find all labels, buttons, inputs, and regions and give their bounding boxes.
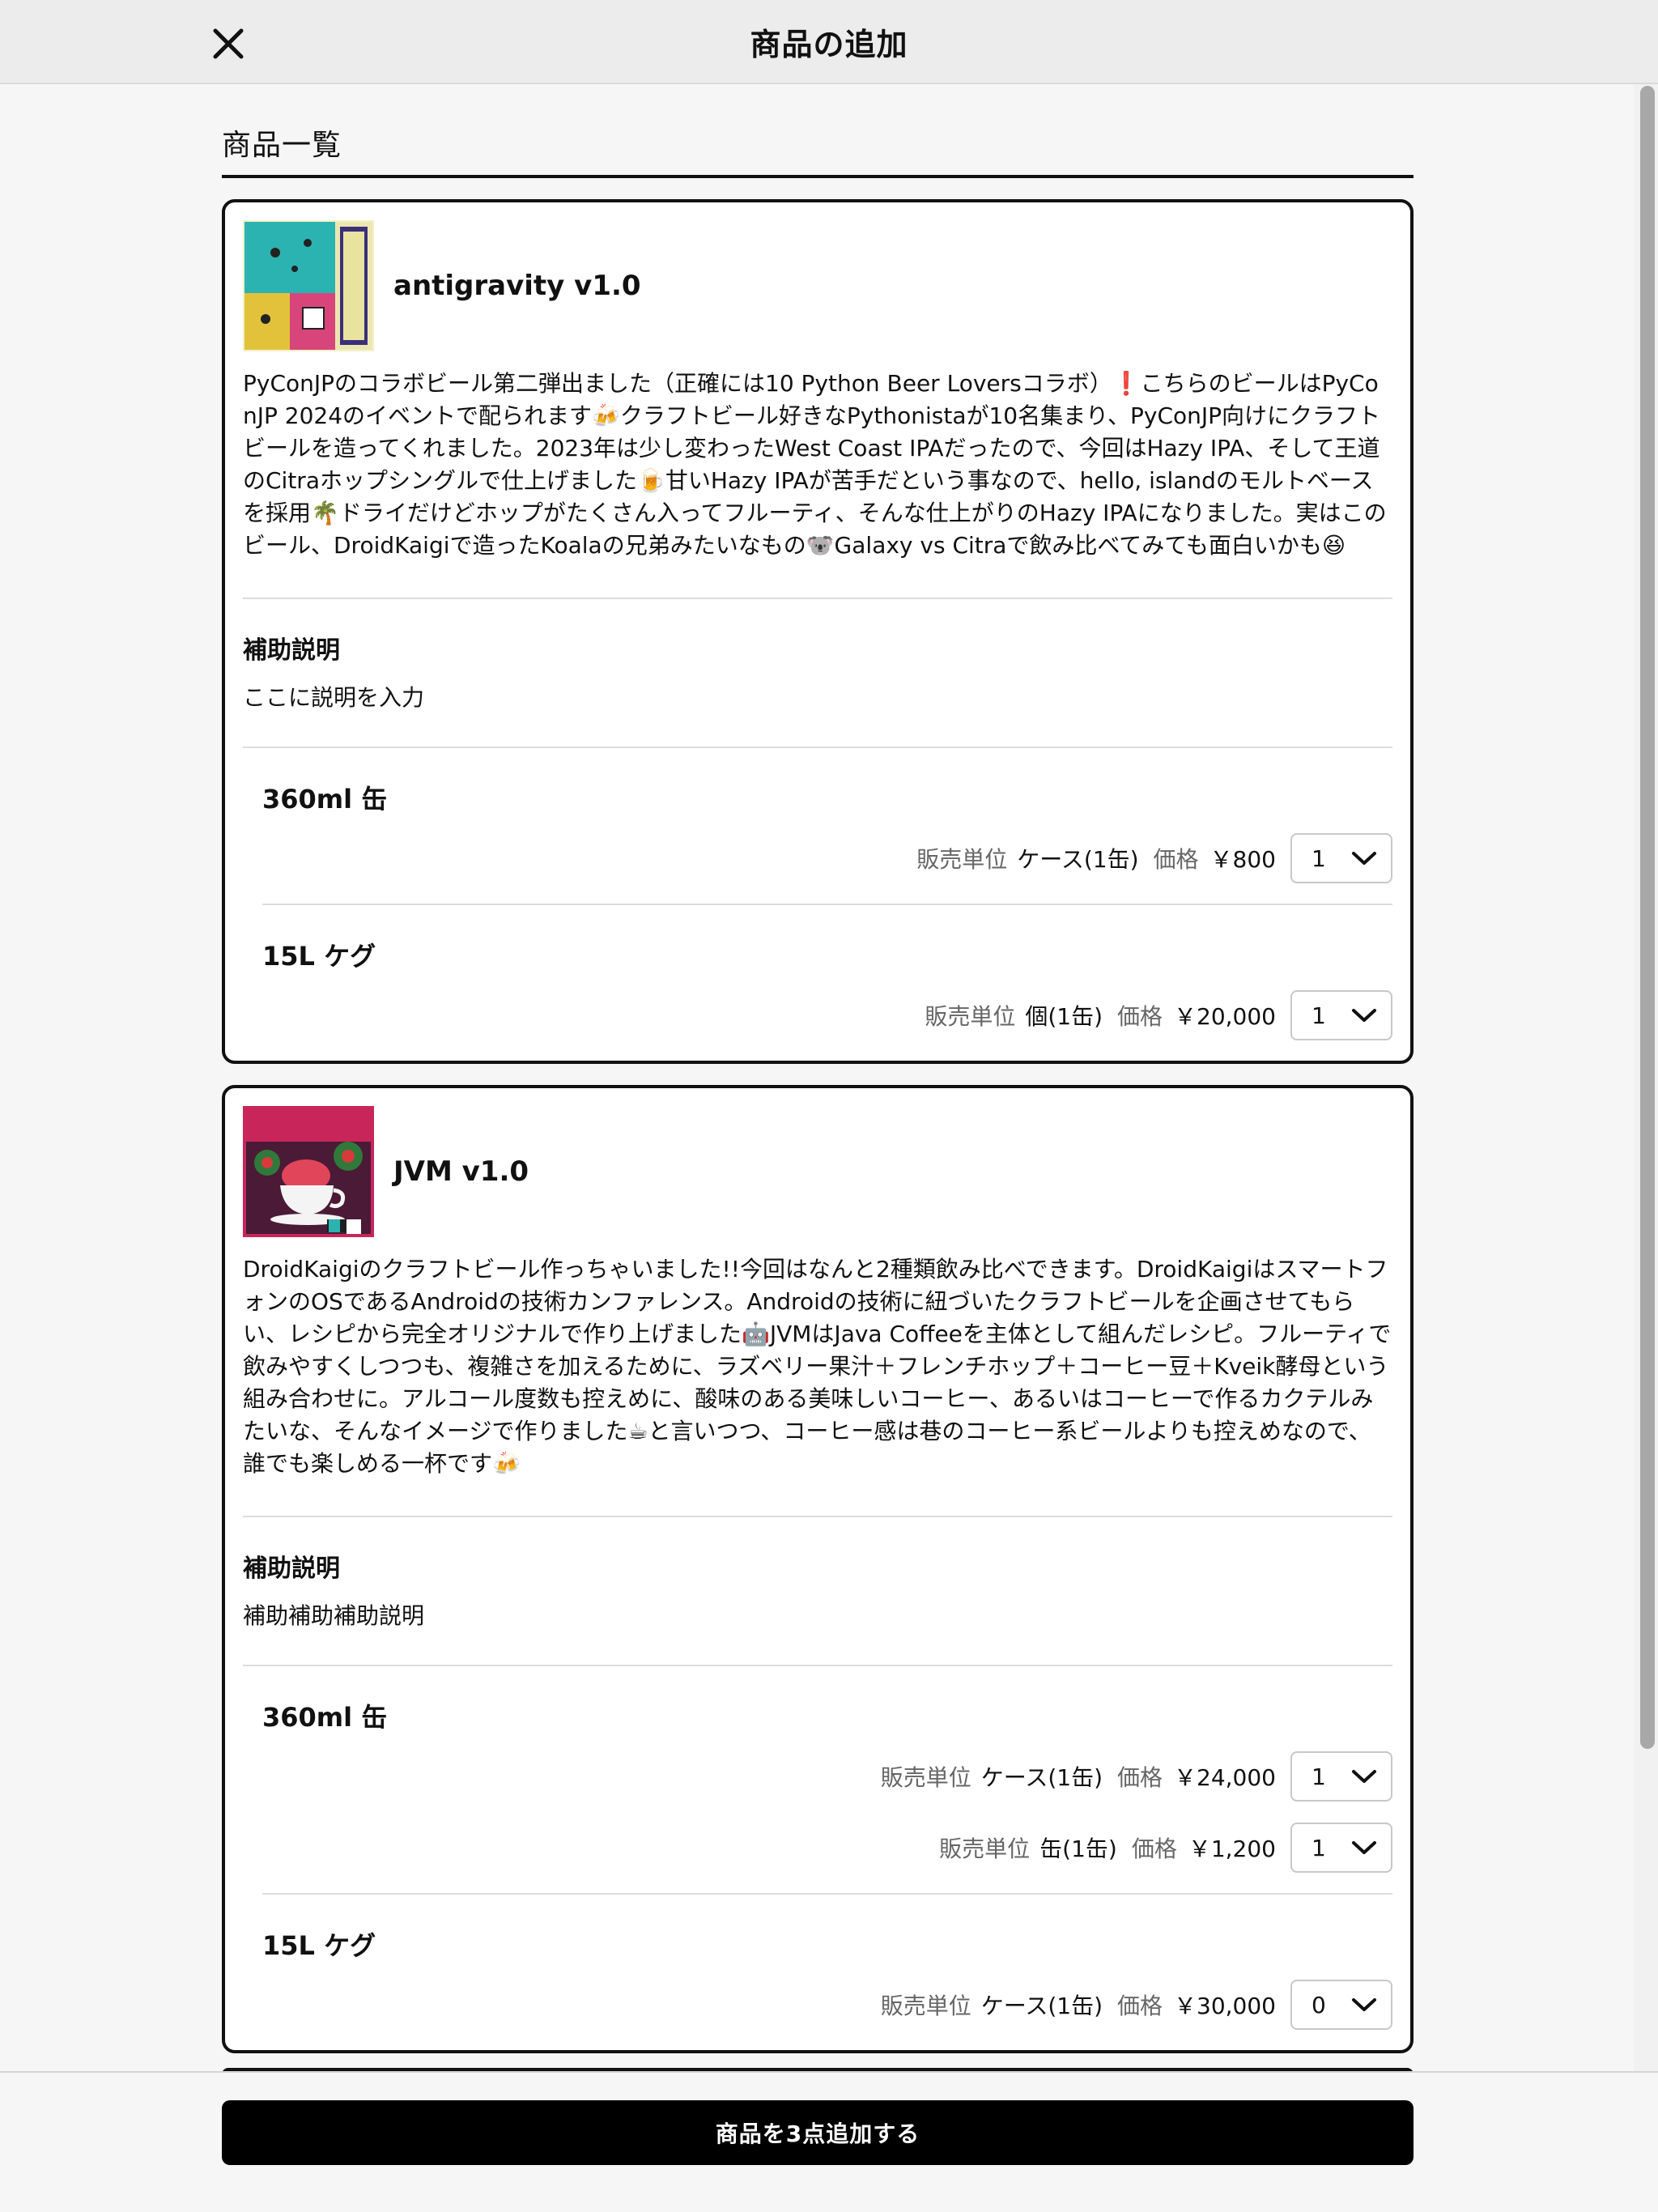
unit-label: 販売単位 — [880, 1764, 971, 1791]
quantity-select[interactable]: 1 — [1290, 1823, 1392, 1873]
unit-label: 販売単位 — [925, 1003, 1016, 1030]
price-row: 販売単位 個(1缶) 価格 ￥20,000 1 — [262, 989, 1392, 1041]
product-description: PyConJPのコラボビール第二弾出ました（正確には10 Python Beer… — [243, 368, 1392, 599]
price-row: 販売単位 ケース(1缶) 価格 ￥24,000 1 — [262, 1750, 1392, 1802]
quantity-select[interactable]: 1 — [1290, 1751, 1392, 1802]
chevron-down-icon — [1352, 1009, 1376, 1022]
price-label: 価格 — [1117, 1003, 1163, 1030]
scrollbar-thumb[interactable] — [1640, 86, 1655, 1749]
variant-360ml-can: 360ml 缶 販売単位 ケース(1缶) 価格 ￥800 1 — [262, 748, 1392, 904]
price-label: 価格 — [1117, 1764, 1163, 1791]
footer-bar: 商品を3点追加する — [0, 2071, 1658, 2212]
unit-value: ケース(1缶) — [980, 1764, 1103, 1791]
unit-label: 販売単位 — [880, 1993, 971, 2019]
variant-name: 360ml 缶 — [262, 1702, 388, 1733]
quantity-select[interactable]: 1 — [1290, 833, 1392, 883]
product-header: JVM v1.0 — [243, 1106, 1392, 1237]
price-label: 価格 — [1131, 1836, 1177, 1862]
unit-label: 販売単位 — [939, 1836, 1031, 1862]
chevron-down-icon — [1352, 1998, 1376, 2011]
aux-text: 補助補助補助説明 — [243, 1602, 425, 1629]
product-header: antigravity v1.0 — [243, 220, 1392, 351]
quantity-value: 1 — [1312, 1763, 1326, 1790]
header-bar: 商品の追加 — [0, 0, 1658, 84]
variant-name: 15L ケグ — [262, 941, 376, 972]
chevron-down-icon — [1352, 1770, 1376, 1783]
price-row: 販売単位 缶(1缶) 価格 ￥1,200 1 — [262, 1822, 1392, 1874]
product-name: JVM v1.0 — [393, 1155, 529, 1188]
aux-label: 補助説明 — [243, 1555, 340, 1583]
product-image — [243, 1106, 374, 1237]
variant-15l-keg: 15L ケグ 販売単位 個(1缶) 価格 ￥20,000 1 — [262, 904, 1392, 1061]
quantity-value: 1 — [1312, 1834, 1326, 1861]
quantity-value: 1 — [1312, 844, 1326, 872]
unit-value: 缶(1缶) — [1039, 1836, 1117, 1862]
unit-value: ケース(1缶) — [980, 1993, 1103, 2019]
product-name: antigravity v1.0 — [393, 270, 641, 302]
variant-name: 15L ケグ — [262, 1930, 376, 1961]
variant-15l-keg: 15L ケグ 販売単位 ケース(1缶) 価格 ￥30,000 0 — [262, 1893, 1392, 2050]
price-value: ￥1,200 — [1188, 1836, 1276, 1862]
aux-text: ここに説明を入力 — [243, 684, 425, 711]
chevron-down-icon — [1352, 852, 1376, 865]
chevron-down-icon — [1352, 1841, 1376, 1854]
variant-360ml-can: 360ml 缶 販売単位 ケース(1缶) 価格 ￥24,000 1 販売単位 缶… — [262, 1666, 1392, 1893]
product-image — [243, 220, 374, 351]
unit-label: 販売単位 — [916, 846, 1008, 873]
aux-section: 補助説明 ここに説明を入力 — [243, 599, 1392, 748]
aux-section: 補助説明 補助補助補助説明 — [243, 1517, 1392, 1666]
price-row: 販売単位 ケース(1缶) 価格 ￥30,000 0 — [262, 1979, 1392, 2031]
section-title: 商品一覧 — [222, 121, 1414, 178]
price-label: 価格 — [1117, 1993, 1163, 2019]
product-list: 商品一覧 antigravity v1.0 PyConJPのコラボビール第二弾出… — [222, 84, 1414, 2053]
product-description: DroidKaigiのクラフトビール作っちゃいました!!今回はなんと2種類飲み比… — [243, 1253, 1392, 1517]
unit-value: ケース(1缶) — [1017, 846, 1139, 873]
price-value: ￥24,000 — [1174, 1764, 1276, 1791]
price-value: ￥20,000 — [1174, 1003, 1276, 1030]
quantity-value: 1 — [1312, 1002, 1326, 1029]
page-title: 商品の追加 — [750, 27, 908, 62]
unit-value: 個(1缶) — [1025, 1003, 1103, 1030]
quantity-value: 0 — [1312, 1991, 1326, 2018]
add-products-button[interactable]: 商品を3点追加する — [222, 2100, 1414, 2165]
product-card: antigravity v1.0 PyConJPのコラボビール第二弾出ました（正… — [222, 199, 1414, 1064]
price-label: 価格 — [1153, 846, 1199, 873]
quantity-select[interactable]: 1 — [1290, 990, 1392, 1040]
price-row: 販売単位 ケース(1缶) 価格 ￥800 1 — [262, 832, 1392, 884]
aux-label: 補助説明 — [243, 636, 340, 665]
product-card: JVM v1.0 DroidKaigiのクラフトビール作っちゃいました!!今回は… — [222, 1085, 1414, 2053]
price-value: ￥800 — [1209, 846, 1276, 873]
variant-name: 360ml 缶 — [262, 784, 388, 815]
price-value: ￥30,000 — [1174, 1993, 1276, 2019]
quantity-select[interactable]: 0 — [1290, 1980, 1392, 2030]
